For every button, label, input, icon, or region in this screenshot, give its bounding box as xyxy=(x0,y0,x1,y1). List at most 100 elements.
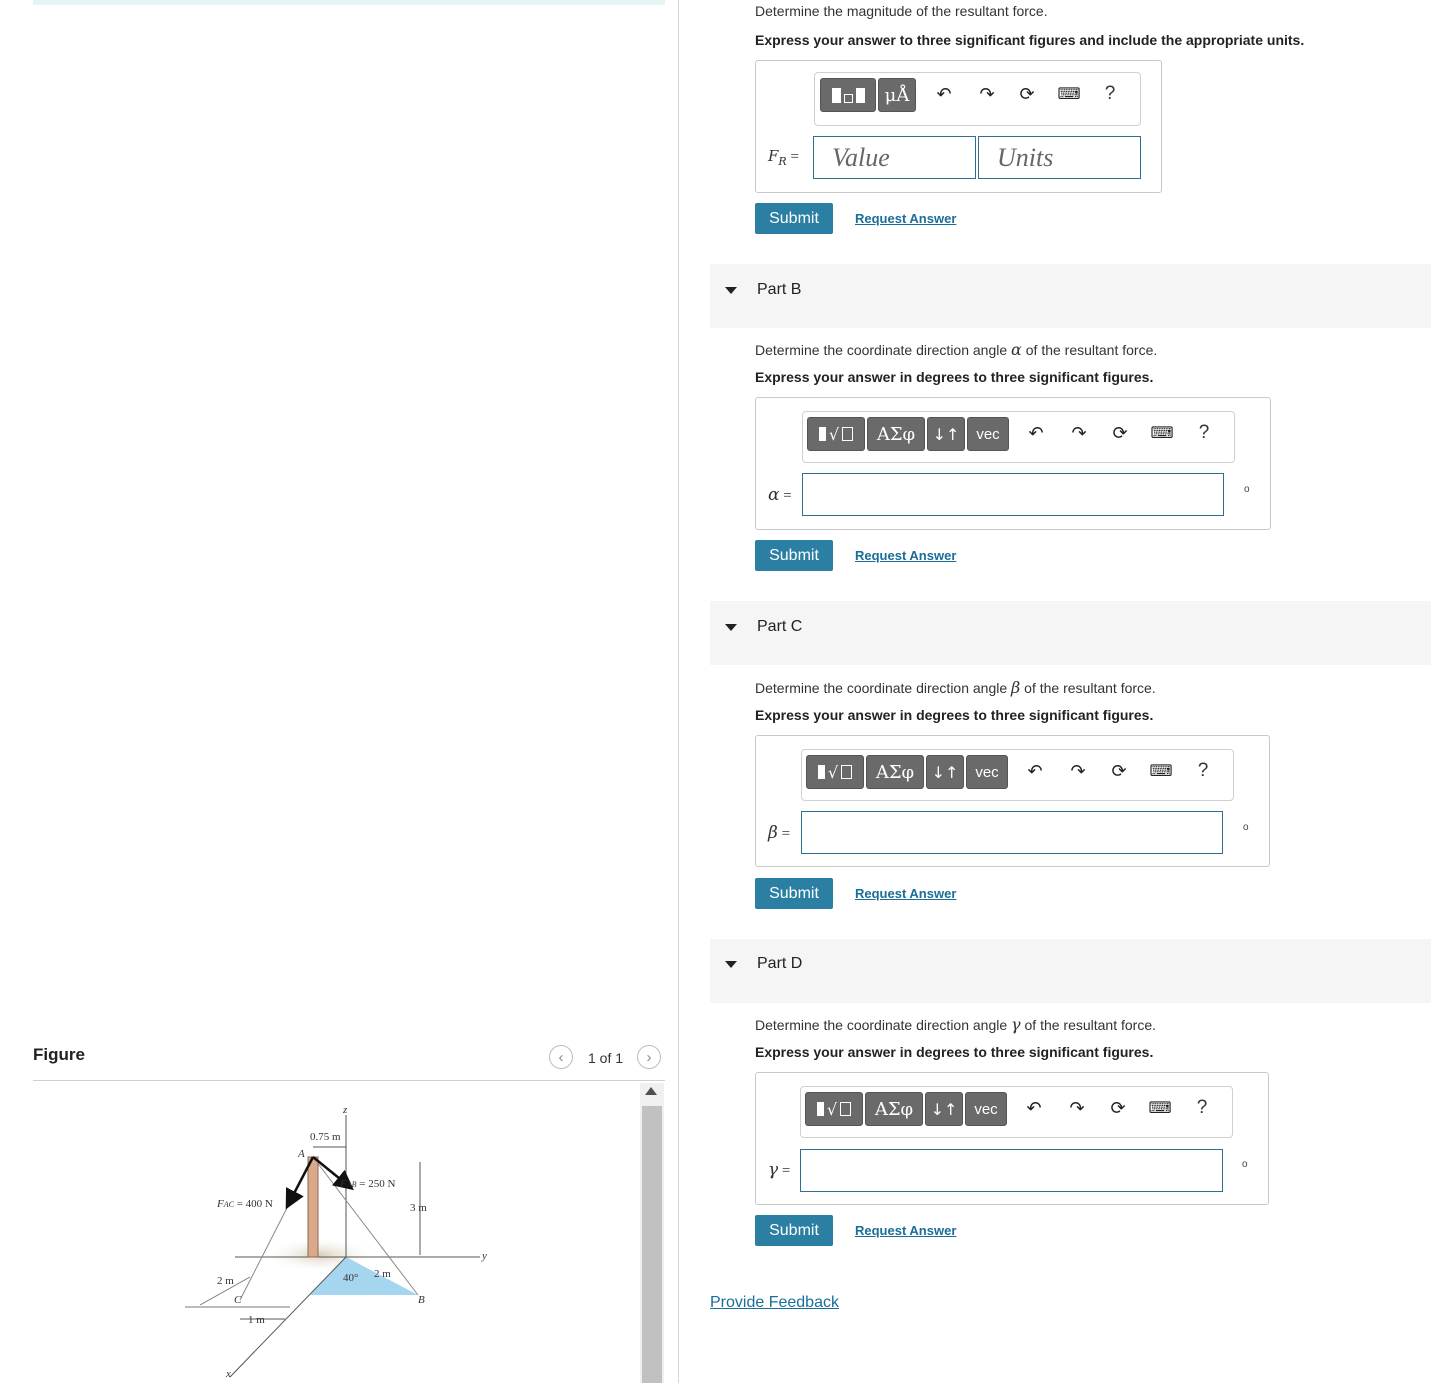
caret-down-icon[interactable] xyxy=(725,287,737,294)
pole xyxy=(307,1156,319,1258)
gamma-label: γ xyxy=(768,1160,779,1180)
caret-down-icon[interactable] xyxy=(725,624,737,631)
chevron-right-icon: › xyxy=(646,1048,652,1066)
part-d-header[interactable] xyxy=(710,939,1431,1003)
units-input[interactable]: Units xyxy=(978,136,1141,179)
redo-icon[interactable]: ↷ xyxy=(1068,422,1090,444)
help-icon[interactable]: ? xyxy=(1193,422,1215,444)
vector-button[interactable]: vec xyxy=(966,755,1008,789)
provide-feedback-link[interactable]: Provide Feedback xyxy=(710,1294,839,1312)
greek-button-label: ΑΣφ xyxy=(875,761,915,783)
redo-icon[interactable]: ↷ xyxy=(1067,760,1089,782)
sqrt-template-icon: √ xyxy=(818,425,854,444)
reset-icon[interactable]: ⟳ xyxy=(1108,760,1130,782)
beta-label: β xyxy=(768,823,778,843)
undo-icon[interactable]: ↶ xyxy=(1024,760,1046,782)
caret-down-icon[interactable] xyxy=(725,961,737,968)
part-d-prompt-post: of the resultant force. xyxy=(1020,1017,1157,1033)
subscript-superscript-button[interactable]: ↓↑ xyxy=(927,417,965,451)
undo-icon[interactable]: ↶ xyxy=(933,83,955,105)
templates-button[interactable]: √ xyxy=(806,755,864,789)
part-d-prompt-pre: Determine the coordinate direction angle xyxy=(755,1017,1012,1033)
keyboard-icon[interactable]: ⌨ xyxy=(1150,422,1173,444)
part-c-variable-label: β = xyxy=(768,823,790,843)
part-d-submit-button[interactable]: Submit xyxy=(755,1215,833,1246)
alpha-input[interactable] xyxy=(802,473,1224,516)
part-d-request-answer-link[interactable]: Request Answer xyxy=(855,1223,956,1238)
part-c-header[interactable] xyxy=(710,601,1431,665)
undo-icon[interactable]: ↶ xyxy=(1023,1097,1045,1119)
sqrt-template-icon: √ xyxy=(816,1100,852,1119)
next-figure-button[interactable]: › xyxy=(637,1045,661,1069)
part-c-toolbar: √ ΑΣφ ↓↑ vec ↶ ↷ ⟳ ⌨ ? xyxy=(801,749,1234,801)
part-b-header[interactable] xyxy=(710,264,1431,328)
fr-label-sub: R xyxy=(778,155,787,168)
label-a: A xyxy=(297,1148,305,1160)
part-d-title[interactable]: Part D xyxy=(757,955,802,973)
templates-button[interactable]: √ xyxy=(807,417,865,451)
keyboard-icon[interactable]: ⌨ xyxy=(1149,760,1172,782)
alpha-label: α xyxy=(768,485,780,505)
scroll-up-arrow-icon[interactable] xyxy=(645,1087,657,1095)
part-a-prompt: Determine the magnitude of the resultant… xyxy=(755,3,1048,19)
fr-label: F xyxy=(768,147,779,165)
part-d-prompt: Determine the coordinate direction angle… xyxy=(755,1015,1156,1034)
arrows-button-label: ↓↑ xyxy=(931,762,959,782)
part-c-request-answer-link[interactable]: Request Answer xyxy=(855,886,956,901)
part-c-title[interactable]: Part C xyxy=(757,618,802,636)
greek-button-label: ΑΣφ xyxy=(874,1098,914,1120)
templates-button[interactable] xyxy=(820,78,876,112)
reset-icon[interactable]: ⟳ xyxy=(1109,422,1131,444)
units-button[interactable]: μÅ xyxy=(878,78,916,112)
help-icon[interactable]: ? xyxy=(1191,1097,1213,1119)
value-input[interactable]: Value xyxy=(813,136,976,179)
templates-button[interactable]: √ xyxy=(805,1092,863,1126)
part-c-prompt: Determine the coordinate direction angle… xyxy=(755,678,1156,697)
part-b-request-answer-link[interactable]: Request Answer xyxy=(855,548,956,563)
figure-diagram: z y x A B C 0.75 m FAB = 250 N FAC = 400… xyxy=(185,1104,487,1380)
part-b-submit-button[interactable]: Submit xyxy=(755,540,833,571)
beta-label-eq: = xyxy=(777,826,791,842)
label-fab-sub: AB xyxy=(346,1180,357,1189)
label-y: y xyxy=(481,1250,487,1262)
keyboard-icon[interactable]: ⌨ xyxy=(1148,1097,1171,1119)
vector-button[interactable]: vec xyxy=(965,1092,1007,1126)
part-d-symbol: γ xyxy=(1011,1015,1021,1034)
figure-title: Figure xyxy=(33,1045,85,1064)
arrows-button-label: ↓↑ xyxy=(930,1099,958,1119)
chevron-left-icon: ‹ xyxy=(558,1048,564,1066)
beta-input[interactable] xyxy=(801,811,1223,854)
help-icon[interactable]: ? xyxy=(1099,83,1121,105)
units-placeholder: Units xyxy=(997,143,1054,172)
part-c-instruction: Express your answer in degrees to three … xyxy=(755,707,1154,723)
prev-figure-button[interactable]: ‹ xyxy=(549,1045,573,1069)
gamma-input[interactable] xyxy=(800,1149,1223,1192)
undo-icon[interactable]: ↶ xyxy=(1025,422,1047,444)
part-a-submit-button[interactable]: Submit xyxy=(755,203,833,234)
reset-icon[interactable]: ⟳ xyxy=(1016,83,1038,105)
part-c-submit-button[interactable]: Submit xyxy=(755,878,833,909)
label-c: C xyxy=(234,1294,242,1306)
greek-symbols-button: ΑΣφ xyxy=(866,755,924,789)
figure-divider xyxy=(33,1080,665,1081)
redo-icon[interactable]: ↷ xyxy=(976,83,998,105)
keyboard-icon[interactable]: ⌨ xyxy=(1057,83,1080,105)
units-button-label: μÅ xyxy=(884,84,910,106)
vector-button[interactable]: vec xyxy=(967,417,1009,451)
label-x: x xyxy=(225,1368,231,1380)
subscript-superscript-button[interactable]: ↓↑ xyxy=(925,1092,963,1126)
subscript-superscript-button[interactable]: ↓↑ xyxy=(926,755,964,789)
greek-symbols-button: ΑΣφ xyxy=(867,417,925,451)
part-b-title[interactable]: Part B xyxy=(757,281,801,299)
redo-icon[interactable]: ↷ xyxy=(1066,1097,1088,1119)
label-dim-1m: 1 m xyxy=(248,1314,265,1326)
part-d-instruction: Express your answer in degrees to three … xyxy=(755,1044,1154,1060)
figure-scroll-thumb[interactable] xyxy=(642,1106,662,1383)
help-icon[interactable]: ? xyxy=(1192,760,1214,782)
part-a-request-answer-link[interactable]: Request Answer xyxy=(855,211,956,226)
reset-icon[interactable]: ⟳ xyxy=(1107,1097,1129,1119)
part-a-variable-label: FR = xyxy=(768,147,799,168)
part-c-prompt-post: of the resultant force. xyxy=(1020,680,1156,696)
label-dim-3m: 3 m xyxy=(410,1202,427,1214)
part-b-prompt-post: of the resultant force. xyxy=(1021,342,1158,358)
